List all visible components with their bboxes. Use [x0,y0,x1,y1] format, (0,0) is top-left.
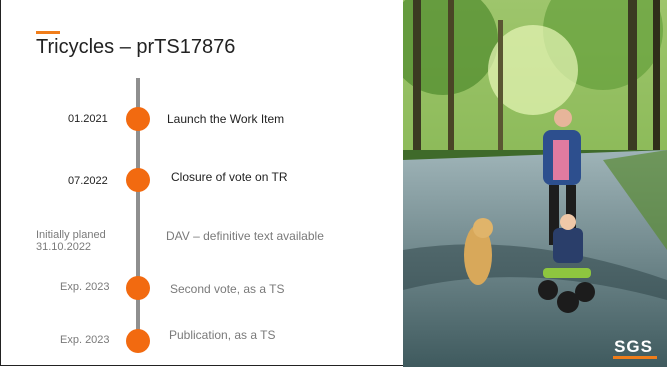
milestone-label: Second vote, as a TS [170,282,285,296]
park-photo-illustration [403,0,667,367]
milestone-dot [126,329,150,353]
milestone-dot [126,107,150,131]
milestone-date-line1: Initially planed [36,229,106,241]
milestone-date-line2: 31.10.2022 [36,241,92,253]
slide-title: Tricycles – prTS17876 [36,36,236,58]
milestone-label: Publication, as a TS [169,328,276,342]
milestone-date: 01.2021 [68,113,108,125]
park-photo: SGS [403,0,667,367]
milestone-date: Exp. 2023 [60,281,110,293]
milestone-date: Exp. 2023 [60,334,110,346]
milestone-label: Closure of vote on TR [171,170,288,184]
slide: Tricycles – prTS17876 01.2021 Launch the… [0,0,667,367]
milestone-label: DAV – definitive text available [166,229,324,243]
milestone-date: 07.2022 [68,175,108,187]
milestone-dot [126,276,150,300]
sgs-logo: SGS [614,337,653,356]
title-accent-bar [36,31,60,34]
milestone-dot [126,168,150,192]
milestone-label: Launch the Work Item [167,112,285,126]
